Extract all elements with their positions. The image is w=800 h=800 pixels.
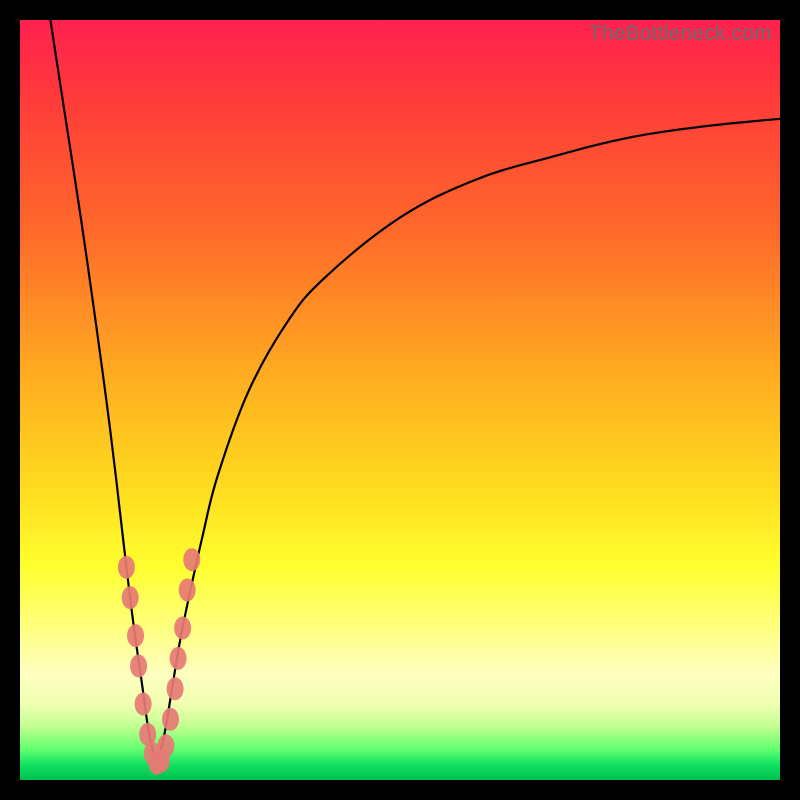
bead-marker bbox=[167, 677, 184, 700]
bead-marker bbox=[174, 617, 191, 640]
chart-overlay-svg bbox=[20, 20, 780, 780]
chart-plot-area: TheBottleneck.com bbox=[20, 20, 780, 780]
chart-curves bbox=[50, 20, 780, 765]
bead-marker bbox=[179, 579, 196, 602]
bead-marker bbox=[122, 586, 139, 609]
bead-marker bbox=[127, 624, 144, 647]
bead-marker bbox=[157, 734, 174, 757]
bead-marker bbox=[183, 548, 200, 571]
curve-right-branch bbox=[157, 119, 780, 765]
curve-left-branch bbox=[50, 20, 156, 765]
chart-frame: TheBottleneck.com bbox=[0, 0, 800, 800]
bead-marker bbox=[162, 708, 179, 731]
bead-marker bbox=[118, 556, 135, 579]
bead-marker bbox=[130, 655, 147, 678]
bead-marker bbox=[170, 647, 187, 670]
bead-marker bbox=[135, 693, 152, 716]
chart-markers bbox=[118, 548, 200, 775]
